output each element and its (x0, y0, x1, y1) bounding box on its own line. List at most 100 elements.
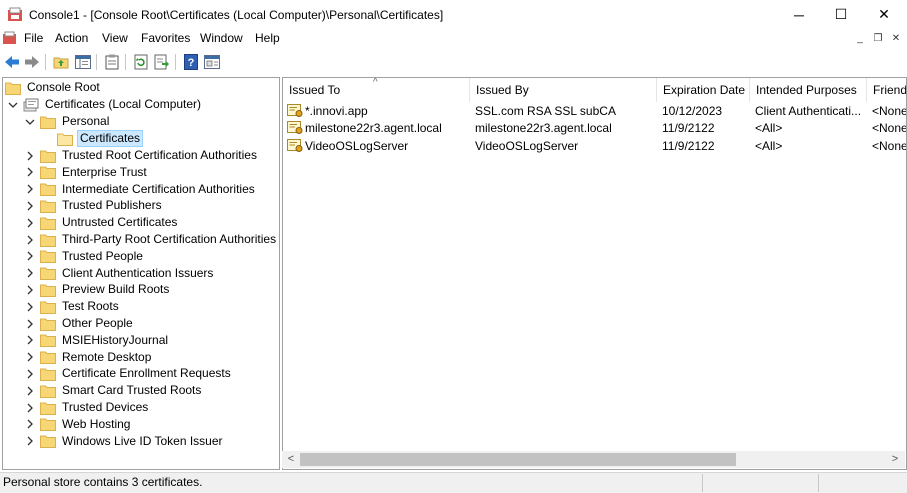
cell-value: <None (872, 121, 907, 135)
scroll-left-button[interactable]: < (285, 452, 297, 466)
chevron-right-icon[interactable] (24, 234, 36, 246)
scroll-right-button[interactable]: > (889, 452, 901, 466)
tree-item-console-root[interactable]: Console Root (5, 79, 102, 96)
folder-icon (40, 183, 56, 197)
column-header-label: Issued By (476, 83, 529, 97)
column-header-friendly-name[interactable]: Friendl (867, 78, 906, 102)
certificate-row[interactable]: *.innovi.app SSL.com RSA SSL subCA 10/12/2… (283, 102, 906, 119)
chevron-right-icon[interactable] (24, 284, 36, 296)
mdi-minimize-button[interactable]: _ (853, 31, 867, 45)
tree-item-store[interactable]: Other People (24, 315, 135, 332)
column-header-issued-by[interactable]: Issued By (470, 78, 657, 102)
certificates-snapin-icon (23, 98, 39, 111)
folder-icon (40, 267, 56, 281)
menu-help[interactable]: Help (255, 31, 280, 45)
tree-item-store[interactable]: Test Roots (24, 298, 121, 315)
chevron-right-icon[interactable] (24, 217, 36, 229)
chevron-right-icon[interactable] (24, 267, 36, 279)
chevron-right-icon[interactable] (24, 385, 36, 397)
tree-item-personal[interactable]: Personal (24, 113, 111, 130)
chevron-right-icon[interactable] (24, 435, 36, 447)
forward-arrow-icon[interactable] (23, 53, 41, 71)
minimize-button[interactable]: ─ (776, 0, 822, 29)
mdi-restore-button[interactable]: ❐ (871, 31, 885, 45)
cell-value: SSL.com RSA SSL subCA (475, 103, 616, 118)
toolbar-separator (45, 54, 46, 70)
chevron-right-icon[interactable] (24, 200, 36, 212)
tree-item-store[interactable]: Trusted Root Certification Authorities (24, 147, 259, 164)
chevron-right-icon[interactable] (24, 334, 36, 346)
certificate-row[interactable]: milestone22r3.agent.local milestone22r3.a… (283, 120, 906, 137)
folder-icon (40, 418, 56, 432)
chevron-right-icon[interactable] (24, 318, 36, 330)
certificate-icon (287, 121, 303, 134)
help-icon[interactable]: ? (182, 53, 200, 71)
tree-item-label: Personal (62, 114, 110, 128)
chevron-right-icon[interactable] (24, 150, 36, 162)
mmc-icon[interactable] (203, 53, 221, 71)
scrollbar-thumb[interactable] (300, 453, 736, 466)
certificate-list[interactable]: Issued To ^ Issued By Expiration Date In… (282, 77, 907, 470)
tree-item-store[interactable]: Windows Live ID Token Issuer (24, 433, 225, 450)
tree-item-store[interactable]: MSIEHistoryJournal (24, 332, 170, 349)
menu-action[interactable]: Action (55, 31, 88, 45)
tree-item-store[interactable]: Intermediate Certification Authorities (24, 181, 257, 198)
status-divider (702, 474, 703, 492)
chevron-right-icon[interactable] (24, 418, 36, 430)
tree-pane[interactable]: Console Root Certificates (Local Compute… (2, 77, 280, 470)
tree-item-label: Trusted Publishers (62, 198, 162, 213)
certificate-icon (287, 103, 303, 117)
column-header-expiration-date[interactable]: Expiration Date (657, 78, 750, 102)
clipboard-icon[interactable] (103, 53, 121, 71)
mmc-app-icon[interactable] (7, 7, 23, 23)
tree-item-store[interactable]: Client Authentication Issuers (24, 265, 215, 282)
tree-item-store[interactable]: Untrusted Certificates (24, 214, 179, 231)
chevron-right-icon[interactable] (24, 301, 36, 313)
folder-icon (40, 402, 56, 415)
chevron-right-icon[interactable] (24, 368, 36, 380)
tree-item-certificates[interactable]: Certificates (57, 130, 144, 147)
show-hide-tree-icon[interactable] (74, 53, 92, 71)
up-folder-icon[interactable] (52, 53, 70, 71)
chevron-right-icon[interactable] (24, 351, 36, 363)
tree-item-store[interactable]: Enterprise Trust (24, 164, 149, 181)
cell-issued-to: *.innovi.app (305, 103, 368, 118)
folder-open-icon (57, 133, 73, 146)
console-menu-icon[interactable] (3, 31, 17, 45)
tree-item-store[interactable]: Preview Build Roots (24, 281, 171, 298)
chevron-right-icon[interactable] (24, 166, 36, 178)
tree-item-store[interactable]: Certificate Enrollment Requests (24, 365, 233, 382)
folder-icon (40, 250, 56, 264)
close-button[interactable]: ✕ (861, 0, 907, 29)
tree-item-store[interactable]: Third-Party Root Certification Authoriti… (24, 231, 278, 248)
maximize-button[interactable]: ☐ (818, 0, 864, 29)
tree-item-label: Web Hosting (62, 416, 131, 431)
refresh-icon[interactable] (132, 53, 150, 71)
chevron-down-icon[interactable] (24, 116, 36, 128)
tree-item-store[interactable]: Smart Card Trusted Roots (24, 382, 203, 399)
tree-item-store[interactable]: Trusted People (24, 248, 145, 265)
menu-favorites[interactable]: Favorites (141, 31, 190, 45)
tree-item-label: Client Authentication Issuers (62, 265, 214, 280)
tree-item-store[interactable]: Trusted Publishers (24, 197, 164, 214)
tree-item-label: Smart Card Trusted Roots (62, 383, 202, 398)
column-header-intended-purposes[interactable]: Intended Purposes (750, 78, 867, 102)
tree-item-label: Remote Desktop (62, 349, 152, 364)
menu-view[interactable]: View (102, 31, 128, 45)
back-arrow-icon[interactable] (3, 53, 21, 71)
chevron-right-icon[interactable] (24, 402, 36, 414)
chevron-right-icon[interactable] (24, 183, 36, 195)
tree-item-store[interactable]: Remote Desktop (24, 349, 153, 366)
chevron-right-icon[interactable] (24, 250, 36, 262)
chevron-down-icon[interactable] (7, 99, 19, 111)
export-list-icon[interactable] (153, 53, 171, 71)
folder-icon (40, 284, 56, 297)
certificate-row[interactable]: VideoOSLogServer VideoOSLogServer 11/9/212… (283, 137, 906, 154)
mdi-close-button[interactable]: ✕ (889, 31, 903, 45)
tree-item-store[interactable]: Web Hosting (24, 416, 132, 433)
menu-file[interactable]: File (24, 31, 43, 45)
window-title: Console1 - [Console Root\Certificates (L… (29, 8, 444, 22)
tree-item-store[interactable]: Trusted Devices (24, 399, 150, 416)
tree-item-certificates-local[interactable]: Certificates (Local Computer) (7, 96, 203, 113)
menu-window[interactable]: Window (200, 31, 243, 45)
